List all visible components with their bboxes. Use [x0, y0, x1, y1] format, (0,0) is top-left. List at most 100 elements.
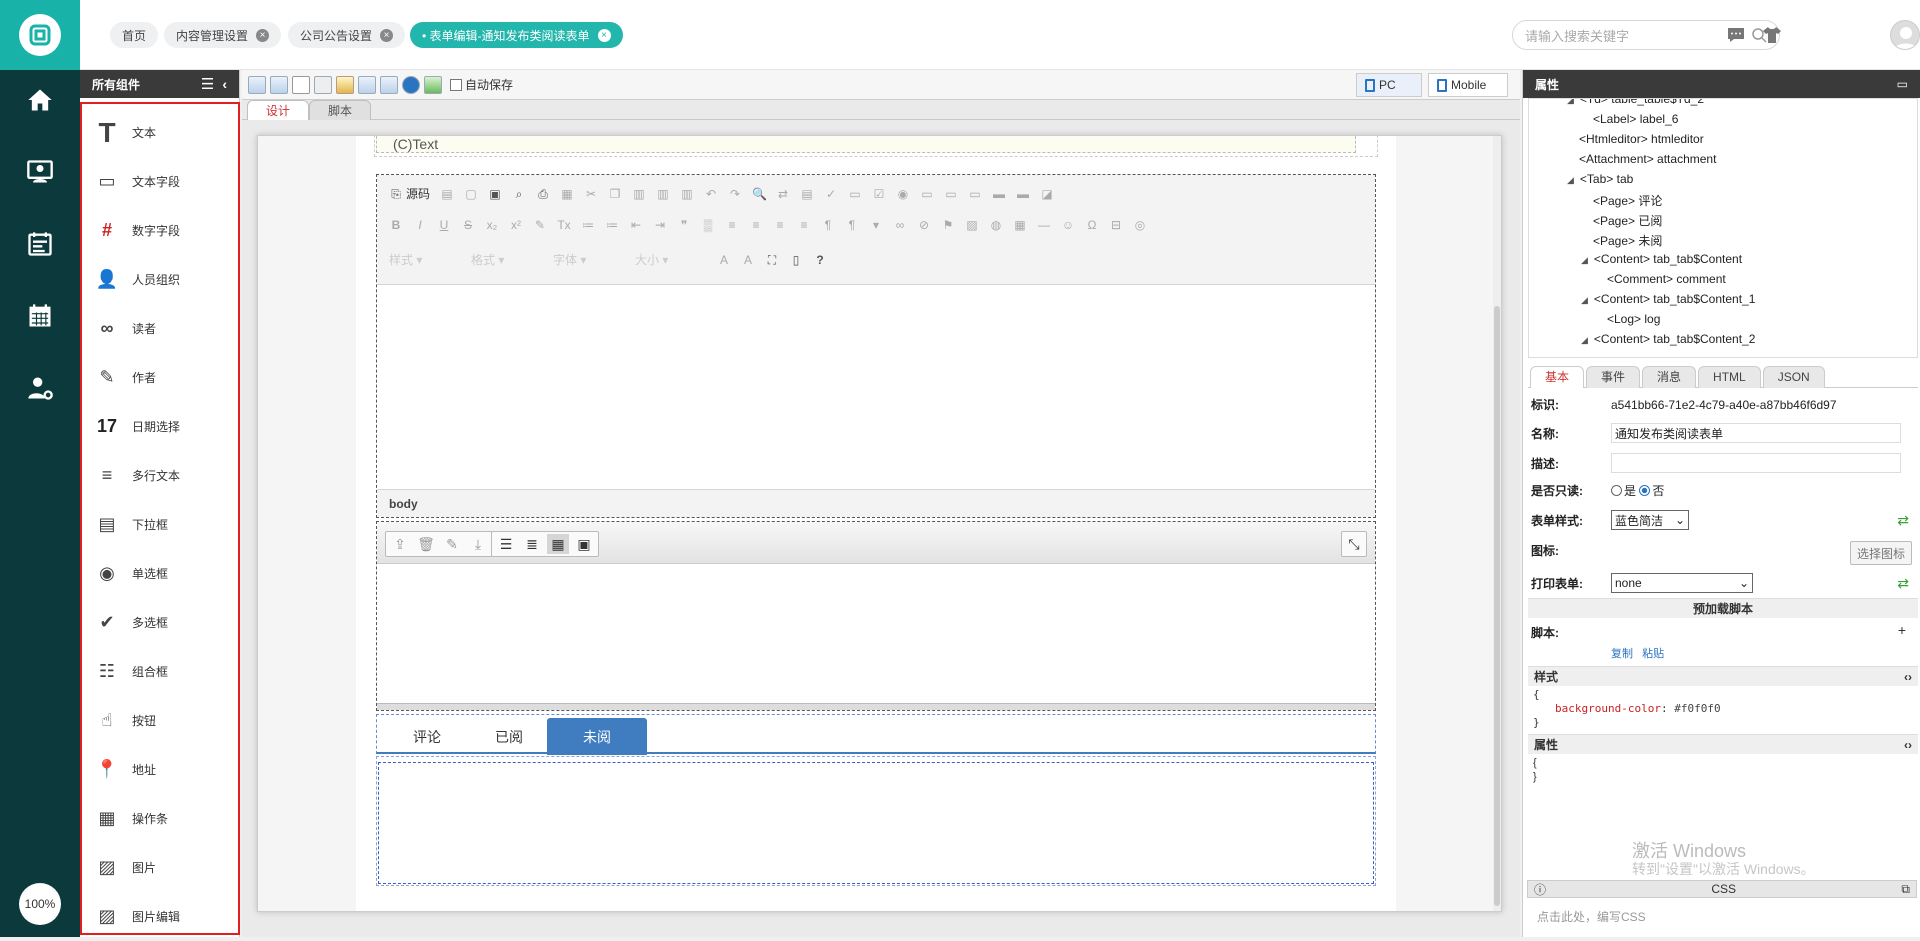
- tab-messages[interactable]: 消息: [1642, 366, 1697, 388]
- table-icon[interactable]: ▦: [1013, 218, 1027, 232]
- image-button-icon[interactable]: ▬: [1016, 187, 1030, 201]
- attr-code[interactable]: {}: [1533, 756, 1537, 784]
- expand-triangle-icon[interactable]: ◢: [1581, 255, 1588, 265]
- expand-triangle-icon[interactable]: ◢: [1567, 175, 1574, 185]
- justify-icon[interactable]: ≡: [797, 218, 811, 232]
- expand-triangle-icon[interactable]: ◢: [1581, 335, 1588, 345]
- superscript-icon[interactable]: x²: [509, 218, 523, 232]
- close-icon[interactable]: ×: [380, 28, 394, 42]
- special-char-icon[interactable]: Ω: [1085, 218, 1099, 232]
- text-color-icon[interactable]: A: [717, 253, 731, 267]
- bold-icon[interactable]: B: [389, 218, 403, 232]
- underline-icon[interactable]: U: [437, 218, 451, 232]
- textfield-icon[interactable]: ▭: [920, 187, 934, 201]
- component-item[interactable]: ▭ 文本字段: [82, 157, 238, 206]
- design-canvas[interactable]: (C)Text ⎘ 源码 ▤ ▢ ▣ ⌕ ⎙ ▦ ✂ ❐ ▥ ▥ ▥ ↶ ↷ 🔍 ⇄ ▤ ✓ ▭ ☑ ◉ ▭…: [257, 135, 1502, 912]
- component-item[interactable]: 📍 地址: [82, 745, 238, 794]
- checkbox-icon[interactable]: ☑: [872, 187, 886, 201]
- pagebreak-icon[interactable]: ⊟: [1109, 218, 1123, 232]
- preview-icon[interactable]: ⌕: [512, 187, 526, 201]
- redo-icon[interactable]: ↷: [728, 187, 742, 201]
- tree-node[interactable]: <Attachment> attachment: [1579, 152, 1716, 170]
- tab-content-settings[interactable]: 内容管理设置 ×: [164, 22, 282, 48]
- download-icon[interactable]: ⤓: [467, 534, 489, 554]
- tree-node[interactable]: ◢ <Content> tab_tab$Content_1: [1581, 292, 1755, 310]
- align-center-icon[interactable]: ≡: [749, 218, 763, 232]
- tree-node[interactable]: <Page> 已阅: [1593, 212, 1662, 230]
- component-item[interactable]: ▤ 下拉框: [82, 500, 238, 549]
- indent-icon[interactable]: ⇥: [653, 218, 667, 232]
- expand-icon[interactable]: ⤡: [1345, 534, 1363, 554]
- tab-read[interactable]: 已阅: [459, 718, 559, 755]
- minimize-icon[interactable]: ▭: [1897, 77, 1908, 91]
- save-doc-icon[interactable]: ▤: [440, 187, 454, 201]
- format-dropdown[interactable]: 格式 ▾: [471, 251, 543, 268]
- tab-json[interactable]: JSON: [1762, 366, 1825, 388]
- select-icon[interactable]: ▭: [968, 187, 982, 201]
- style-select[interactable]: 蓝色简洁 ⌄: [1611, 510, 1689, 530]
- home-icon[interactable]: [22, 82, 58, 118]
- textarea-icon[interactable]: ▭: [944, 187, 958, 201]
- rtl-icon[interactable]: ¶: [845, 218, 859, 232]
- component-item[interactable]: ☝ 按钮: [82, 696, 238, 745]
- zoom-level[interactable]: 100%: [19, 883, 61, 925]
- language-icon[interactable]: ▾: [869, 218, 883, 232]
- refresh-icon[interactable]: ⇄: [1897, 512, 1909, 529]
- tree-node[interactable]: <Htmleditor> htmleditor: [1579, 132, 1704, 150]
- form-page[interactable]: (C)Text ⎘ 源码 ▤ ▢ ▣ ⌕ ⎙ ▦ ✂ ❐ ▥ ▥ ▥ ↶ ↷ 🔍 ⇄ ▤ ✓ ▭ ☑ ◉ ▭…: [356, 136, 1396, 911]
- bulleted-list-icon[interactable]: ≔: [605, 218, 619, 232]
- copy-link[interactable]: 复制: [1611, 648, 1633, 660]
- blockquote-icon[interactable]: ❞: [677, 218, 691, 232]
- print-icon[interactable]: [314, 75, 332, 94]
- paste-icon[interactable]: ▥: [632, 187, 646, 201]
- delete-icon[interactable]: 🗑: [415, 534, 437, 554]
- show-blocks-icon[interactable]: ▯: [789, 253, 803, 267]
- component-item[interactable]: ☷ 组合框: [82, 647, 238, 696]
- list-view-icon[interactable]: ☰: [495, 534, 517, 554]
- export-icon[interactable]: [380, 75, 398, 94]
- component-tree[interactable]: ◢ <Td> table_table$Td_2 <Label> label_6 <Ht…: [1528, 98, 1918, 358]
- tree-node[interactable]: ◢ <Td> table_table$Td_2: [1567, 99, 1704, 110]
- radio[interactable]: [1639, 485, 1651, 496]
- code-icon[interactable]: ‹›: [1904, 738, 1912, 752]
- app-logo[interactable]: [0, 0, 80, 70]
- tab-html[interactable]: HTML: [1698, 366, 1761, 388]
- align-left-icon[interactable]: ≡: [725, 218, 739, 232]
- shirt-icon[interactable]: [1762, 25, 1782, 45]
- desc-field[interactable]: [1611, 453, 1901, 473]
- help-icon[interactable]: [402, 75, 420, 94]
- tree-node[interactable]: ◢ <Content> tab_tab$Content_2: [1581, 332, 1755, 350]
- image-icon[interactable]: ▨: [965, 218, 979, 232]
- button-icon[interactable]: ▬: [992, 187, 1006, 201]
- component-item[interactable]: ▨ 图片编辑: [82, 892, 238, 941]
- grid-view-icon[interactable]: ▦: [547, 534, 569, 554]
- component-item[interactable]: ≡ 多行文本: [82, 451, 238, 500]
- copy-icon[interactable]: ❐: [608, 187, 622, 201]
- iframe-icon[interactable]: ◎: [1133, 218, 1147, 232]
- ltr-icon[interactable]: ¶: [821, 218, 835, 232]
- css-editor[interactable]: 点击此处，编写CSS: [1527, 898, 1917, 934]
- preview-eye-icon[interactable]: [292, 75, 310, 94]
- styles-dropdown[interactable]: 样式 ▾: [389, 251, 461, 268]
- add-icon[interactable]: +: [1898, 622, 1906, 638]
- readonly-yes[interactable]: 是: [1611, 482, 1636, 499]
- info-icon[interactable]: ⓘ: [1534, 881, 1546, 898]
- find-icon[interactable]: 🔍: [752, 187, 767, 201]
- tab-design[interactable]: 设计: [247, 100, 310, 120]
- component-item[interactable]: ✎ 作者: [82, 353, 238, 402]
- radio-icon[interactable]: ◉: [896, 187, 910, 201]
- tree-node[interactable]: <Log> log: [1607, 312, 1660, 330]
- cut-icon[interactable]: ✂: [584, 187, 598, 201]
- key-icon[interactable]: [336, 75, 354, 94]
- tab-script[interactable]: 脚本: [309, 100, 372, 120]
- form-icon[interactable]: ▭: [848, 187, 862, 201]
- expand-triangle-icon[interactable]: ◢: [1581, 295, 1588, 305]
- calendar-grid-icon[interactable]: [22, 298, 58, 334]
- component-item[interactable]: 👤 人员组织: [82, 255, 238, 304]
- readonly-no[interactable]: 否: [1639, 482, 1664, 499]
- close-icon[interactable]: ×: [597, 28, 611, 42]
- outdent-icon[interactable]: ⇤: [629, 218, 643, 232]
- maximize-icon[interactable]: ⛶: [765, 253, 779, 267]
- size-dropdown[interactable]: 大小 ▾: [635, 251, 707, 268]
- tree-node[interactable]: <Comment> comment: [1607, 272, 1726, 290]
